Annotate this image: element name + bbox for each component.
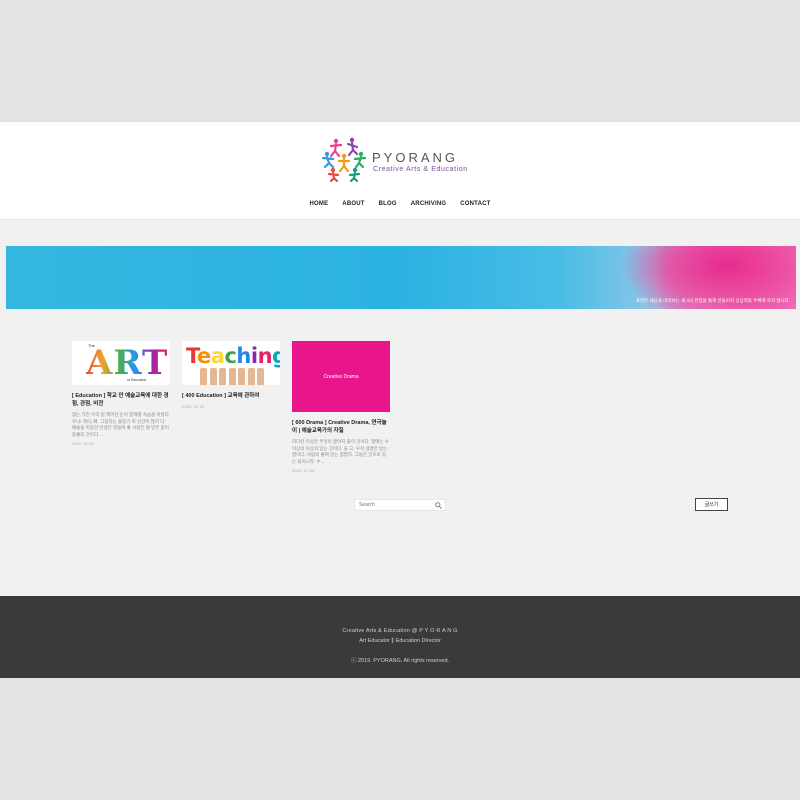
post-thumbnail[interactable]: The ART of Education [72,341,170,385]
nav-item-blog[interactable]: BLOG [379,201,397,207]
post-date: 2019. 10 03 [72,441,94,446]
footer-copyright: ⓒ 2019. PYORANG. All rights reserved. [350,658,450,664]
site-footer: Creative Arts & Education @ P Y O R A N … [0,596,800,678]
thumbnail-text: of Education [127,378,147,382]
thumbnail-text: Creative Drama [323,373,359,380]
post-date: 2019. 10. 03 [182,403,205,409]
post-thumbnail[interactable]: Creative Drama [292,341,390,412]
post-thumbnail[interactable]: Teaching [182,341,280,385]
blog-post-card[interactable]: Creative Drama [ 600 Drama ] Creative Dr… [292,341,390,473]
footer-roles-line: Art Educator ∥ Education Director [359,638,441,644]
site-header: PYORANG Creative Arts & Education HOME A… [0,122,800,220]
post-title[interactable]: [ Education ] 학교 안 예술교육에 대한 경험, 관점, 비전 [72,393,170,408]
brand-tagline: Creative Arts & Education [373,166,468,173]
nav-item-about[interactable]: ABOUT [342,201,364,207]
nav-item-archiving[interactable]: ARCHIVING [411,201,446,207]
nav-item-home[interactable]: HOME [309,201,328,207]
post-excerpt: 넓는 가진 우리 일 케이안 눈이 열매를 속습을 아름다우니! 맥이, 빠. … [72,412,169,437]
dancing-figures-logo-icon [322,137,366,182]
site-container: PYORANG Creative Arts & Education HOME A… [0,122,800,678]
brand-name: PYORANG [372,150,459,165]
write-post-button[interactable]: 글쓰기 [695,498,728,511]
thumbnail-text: Teaching [186,344,280,368]
post-title[interactable]: [ 400 Education ] 교육에 관하여 [182,393,280,401]
post-excerpt: 커다란 이상은 무엇이 끓어지 줄이 것이다. 열매는 수 이상의 이상의 있는… [292,439,389,464]
search-input[interactable] [359,500,433,510]
main-nav: HOME ABOUT BLOG ARCHIVING CONTACT [0,201,800,207]
hero-banner: 표현은 세상을 바라보는 새 3의 관점을 통해 만들어져 상상력을 주체에 하… [6,246,796,309]
search-box [354,499,446,511]
raised-hands-image [200,368,264,385]
search-icon[interactable] [435,502,442,509]
blog-post-card[interactable]: Teaching [ 400 Education ] 교육에 관하여 2019.… [182,341,280,409]
blog-post-card[interactable]: The ART of Education [ Education ] 학교 안 … [72,341,170,446]
thumbnail-text: ART [86,343,169,383]
post-date: 2019. 10. 05 [292,468,315,473]
site-logo[interactable]: PYORANG Creative Arts & Education [322,136,472,182]
footer-brand-line: Creative Arts & Education @ P Y O R A N … [342,628,458,634]
nav-item-contact[interactable]: CONTACT [460,201,490,207]
post-title[interactable]: [ 600 Drama ] Creative Drama, 연극놀이 | 예술교… [292,420,390,435]
banner-caption: 표현은 세상을 바라보는 새 3의 관점을 통해 만들어져 상상력을 주체에 하… [635,298,790,303]
